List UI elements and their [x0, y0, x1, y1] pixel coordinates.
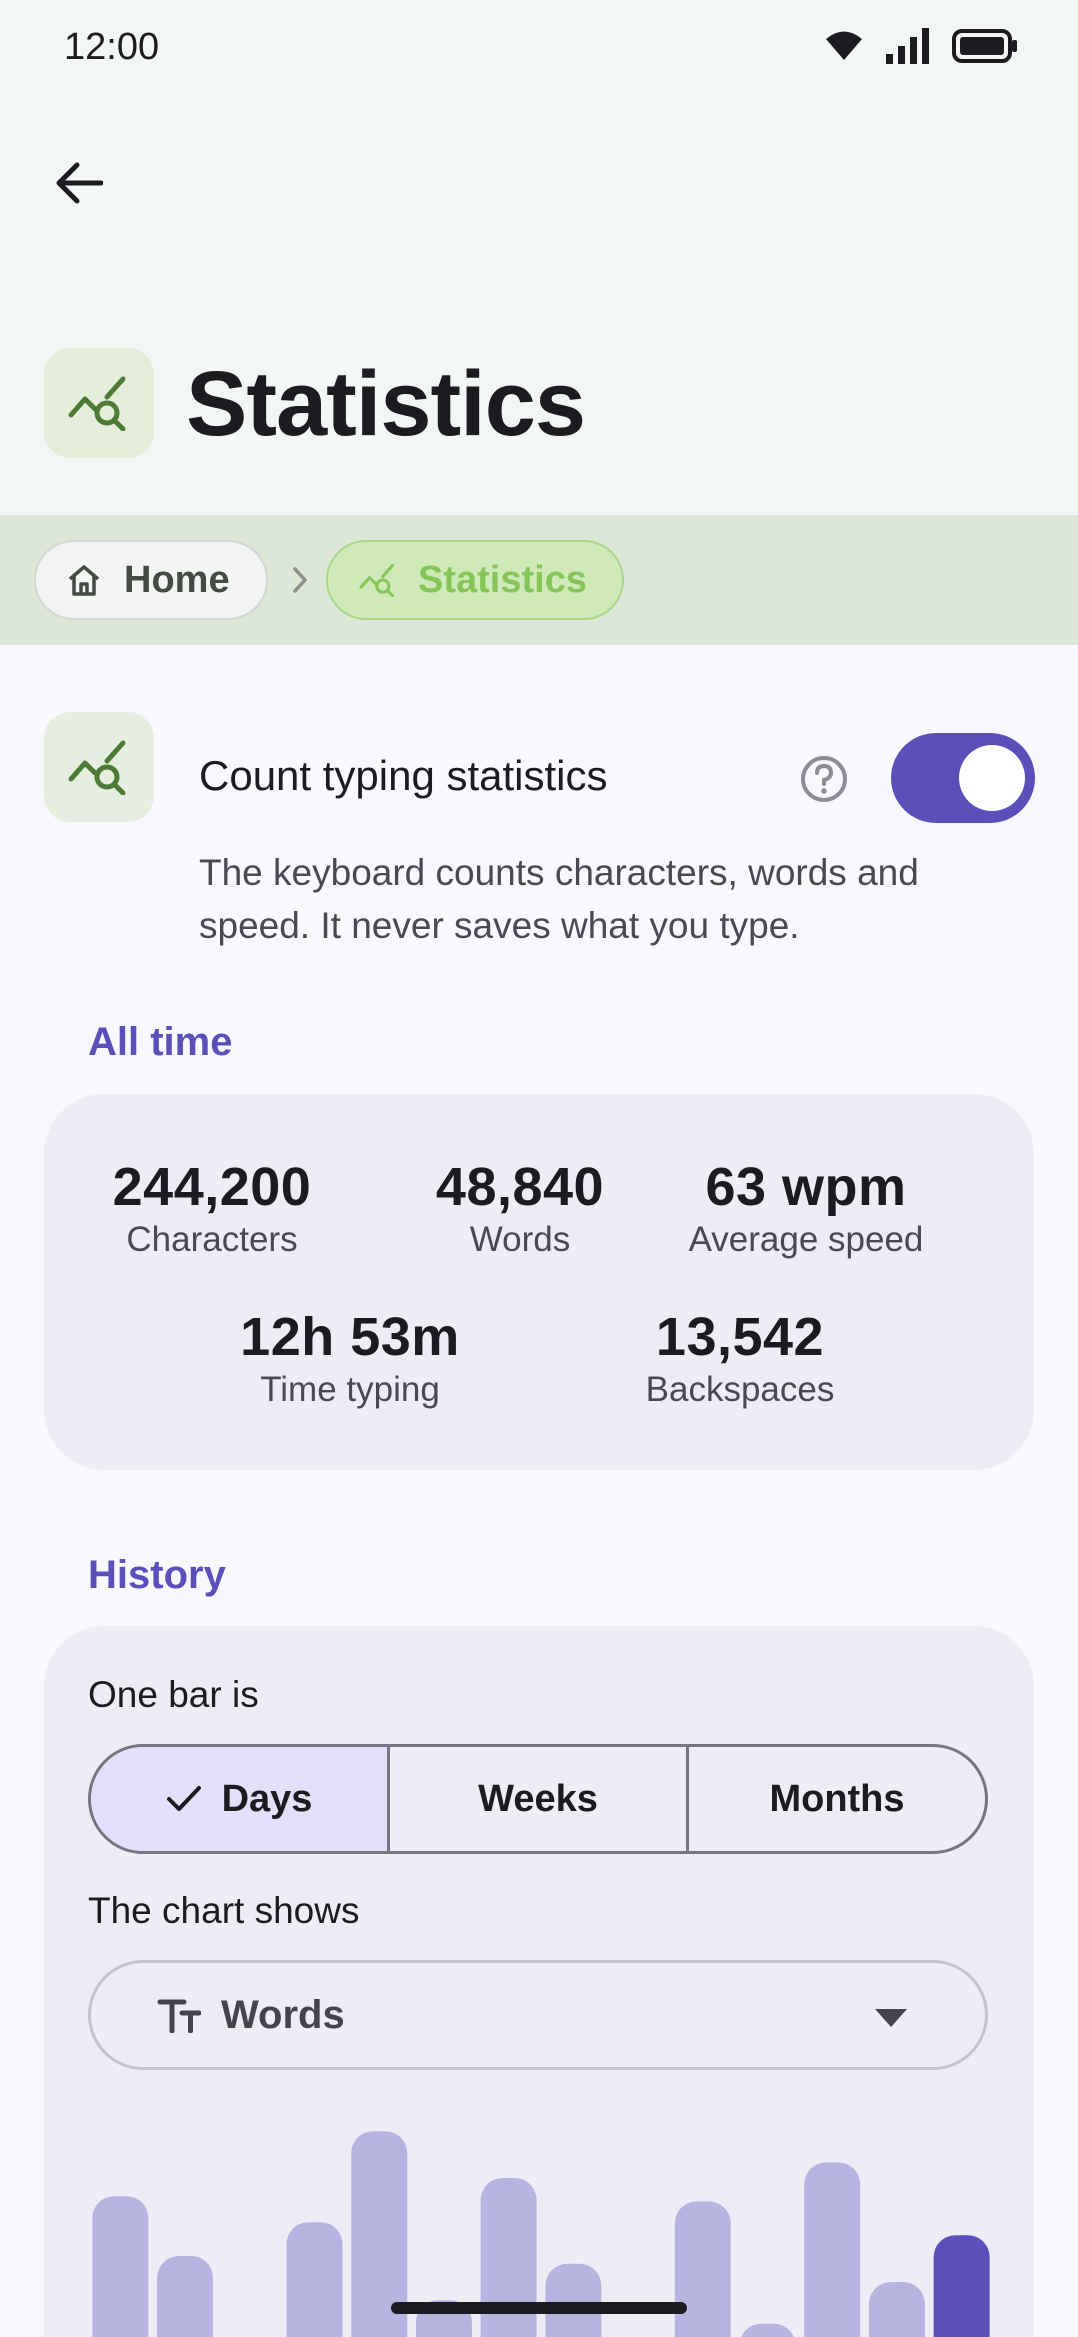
breadcrumb-home[interactable]: Home — [34, 540, 268, 620]
segment-label: Weeks — [478, 1777, 598, 1820]
stat-value: 63 wpm — [705, 1157, 907, 1217]
history-label: History — [88, 1553, 226, 1597]
chevron-right-icon — [293, 567, 307, 593]
history-card: One bar is Days Weeks Months The chart s… — [44, 1626, 1034, 2337]
segment-label: Months — [769, 1777, 905, 1820]
stat-average-speed: 63 wpm Average speed — [656, 1156, 956, 1260]
setting-title: Count typing statistics — [199, 752, 608, 799]
setting-description: The keyboard counts characters, words an… — [199, 852, 919, 946]
all-time-label: All time — [88, 1020, 233, 1064]
segment-label: Days — [221, 1777, 313, 1820]
chart-bar[interactable] — [868, 2282, 925, 2337]
stat-label: Average speed — [688, 1220, 924, 1259]
breadcrumb-statistics[interactable]: Statistics — [326, 540, 624, 620]
chart-bar[interactable] — [545, 2263, 602, 2337]
stat-label: Time typing — [260, 1370, 440, 1409]
statistics-icon — [44, 712, 154, 822]
dropdown-arrow-icon — [875, 2009, 907, 2027]
stat-value: 13,542 — [655, 1307, 825, 1367]
stat-label: Words — [469, 1220, 571, 1259]
status-icons — [824, 28, 1018, 64]
history-chart — [92, 2131, 990, 2337]
segment-weeks[interactable]: Weeks — [387, 1747, 686, 1851]
signal-icon — [886, 28, 929, 64]
dropdown-value: Words — [221, 1992, 345, 2037]
stat-label: Characters — [126, 1220, 298, 1259]
breadcrumb: Home Statistics — [0, 515, 1078, 645]
toggle-knob — [959, 745, 1025, 811]
segment-days[interactable]: Days — [91, 1747, 387, 1851]
page-title: Statistics — [186, 353, 586, 455]
status-bar: 12:00 — [0, 0, 1078, 96]
home-icon — [68, 565, 100, 596]
chart-bar[interactable] — [92, 2196, 149, 2337]
chart-bar[interactable] — [674, 2201, 731, 2337]
stat-value: 48,840 — [435, 1157, 605, 1217]
count-statistics-toggle[interactable] — [891, 733, 1035, 823]
home-indicator — [391, 2302, 687, 2314]
chart-bar[interactable] — [933, 2235, 990, 2337]
chart-bar[interactable] — [286, 2222, 343, 2337]
stat-time-typing: 12h 53m Time typing — [230, 1306, 470, 1410]
statistics-icon — [359, 563, 395, 597]
stat-words: 48,840 Words — [424, 1156, 616, 1260]
text-size-icon — [157, 1999, 201, 2033]
chart-bar[interactable] — [740, 2323, 796, 2337]
check-icon — [166, 1786, 201, 1811]
back-button[interactable] — [40, 145, 116, 221]
wifi-icon — [826, 31, 862, 60]
chart-bar[interactable] — [804, 2162, 861, 2337]
stat-label: Backspaces — [645, 1370, 835, 1409]
bar-unit-selector: Days Weeks Months — [88, 1744, 988, 1854]
breadcrumb-statistics-label: Statistics — [418, 558, 587, 601]
segment-months[interactable]: Months — [686, 1747, 985, 1851]
stat-value: 12h 53m — [240, 1307, 460, 1367]
bar-unit-label: One bar is — [88, 1674, 259, 1715]
status-time: 12:00 — [64, 26, 160, 68]
all-time-card: 244,200 Characters 48,840 Words 63 wpm A… — [44, 1094, 1034, 1470]
stat-value: 244,200 — [112, 1157, 312, 1217]
chart-metric-label: The chart shows — [88, 1890, 360, 1931]
statistics-icon — [44, 348, 154, 458]
breadcrumb-home-label: Home — [124, 558, 230, 601]
stat-backspaces: 13,542 Backspaces — [620, 1306, 860, 1410]
help-icon[interactable] — [799, 754, 849, 804]
chart-metric-dropdown[interactable]: Words — [88, 1960, 988, 2070]
battery-icon — [952, 29, 1017, 63]
arrow-back-icon — [56, 162, 103, 204]
chart-bar[interactable] — [157, 2256, 214, 2337]
stat-characters: 244,200 Characters — [106, 1156, 318, 1260]
